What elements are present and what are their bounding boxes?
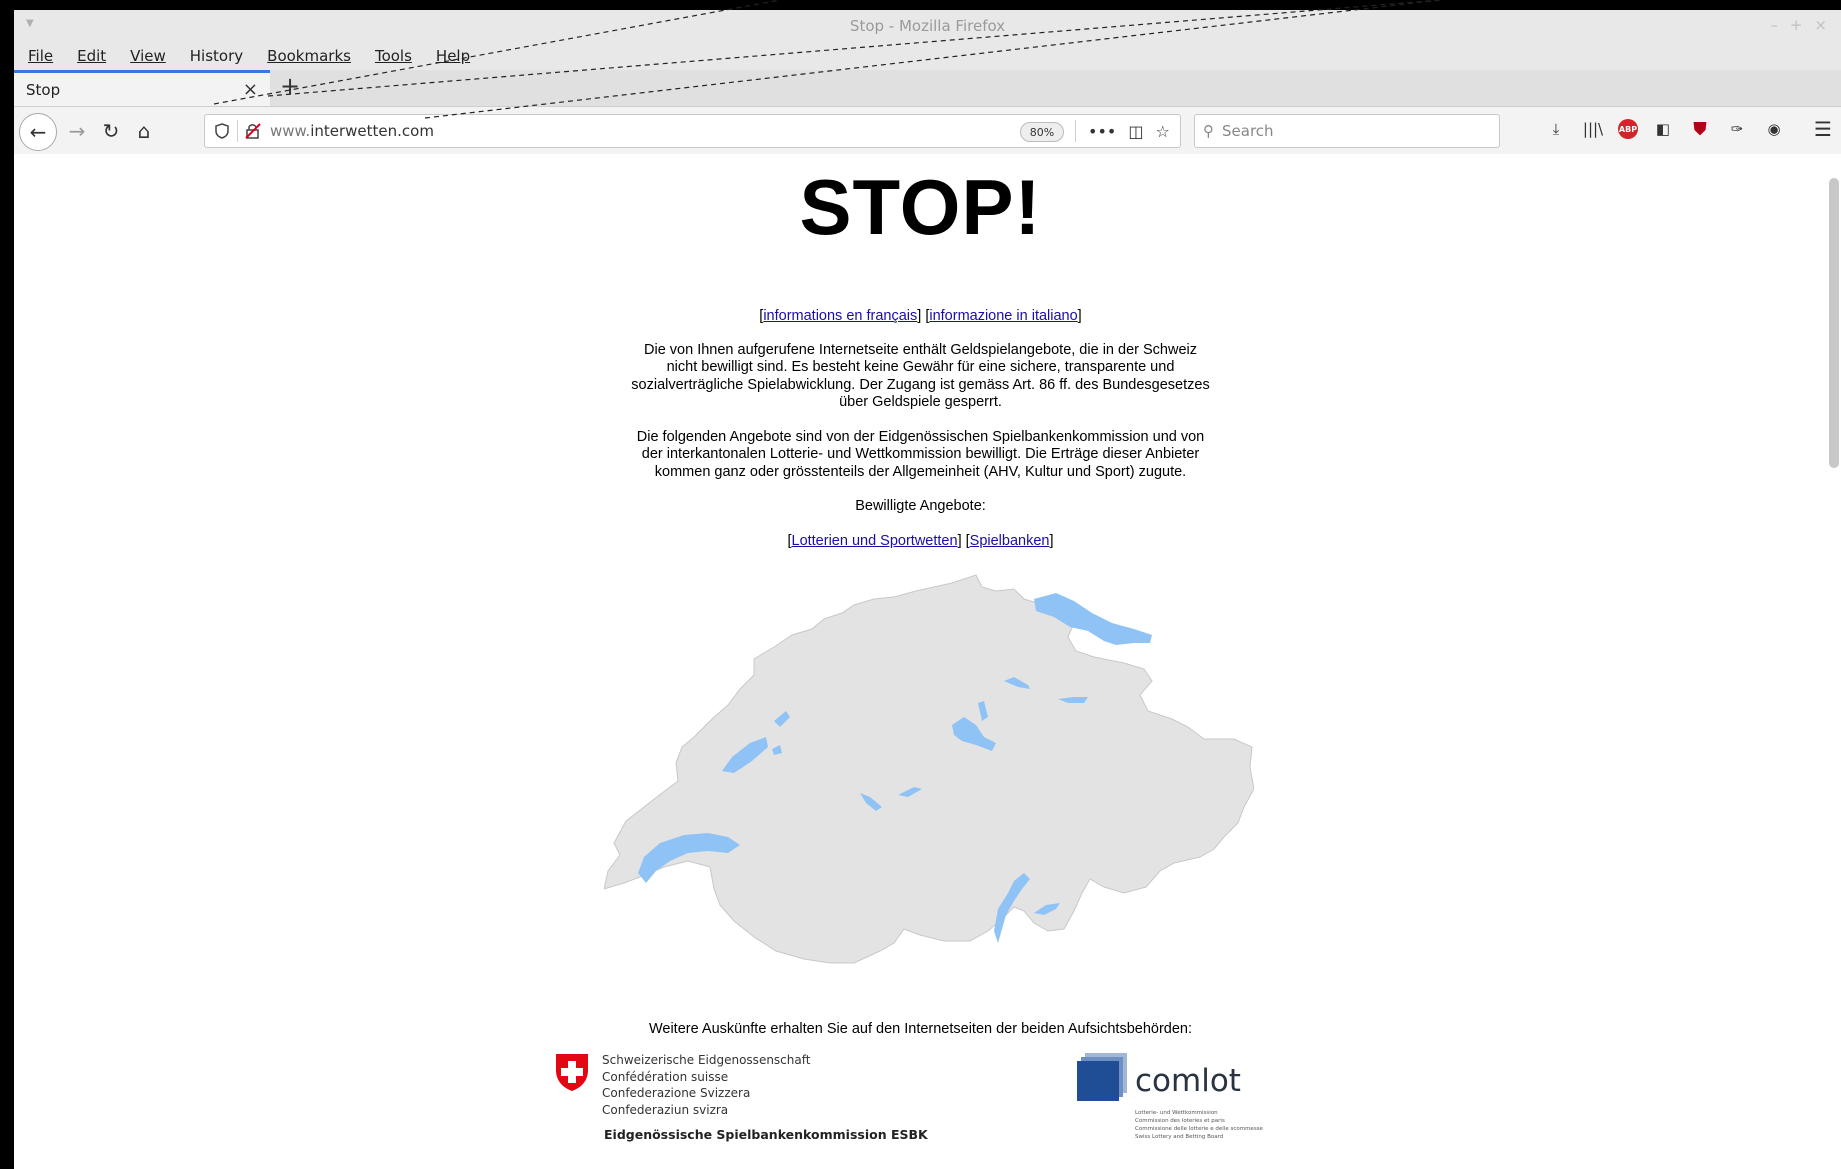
confederation-names: Schweizerische Eidgenossenschaft Confédé… [602, 1052, 810, 1118]
tracking-shield-icon[interactable] [211, 123, 233, 139]
window-title: Stop - Mozilla Firefox [849, 17, 1006, 35]
ublock-origin-icon[interactable]: ⛊ [1688, 117, 1712, 141]
menu-help[interactable]: Help [436, 47, 470, 65]
adblock-plus-icon[interactable]: ABP [1618, 119, 1638, 139]
new-tab-button[interactable]: + [280, 72, 300, 100]
back-arrow-icon: ← [29, 120, 47, 144]
comlot-subtitle-it: Commissione delle lotterie e delle scomm… [1135, 1126, 1263, 1132]
menu-view-label: View [130, 47, 166, 65]
menu-file-label: File [28, 47, 54, 65]
approved-label: Bewilligte Angebote: [855, 498, 986, 514]
back-button[interactable]: ← [19, 113, 57, 151]
hamburger-menu-icon[interactable]: ☰ [1814, 117, 1832, 141]
search-bar[interactable]: ⚲ Search [1194, 114, 1500, 148]
navigation-toolbar: ← → ↻ ⌂ www.interwetten.com 80% ••• ◫ ☆ … [14, 107, 1841, 156]
authorities-text: Weitere Auskünfte erhalten Sie auf den I… [648, 1021, 1193, 1037]
forward-arrow-icon: → [68, 119, 86, 143]
account-icon[interactable]: ◉ [1762, 117, 1786, 141]
comlot-subtitle: Lotterie- und Wettkommission Commission … [1135, 1109, 1335, 1141]
comlot-cube-icon [1077, 1053, 1127, 1101]
menu-bar: File Edit View History Bookmarks Tools H… [14, 42, 1841, 70]
tab-bar: Stop × + [14, 70, 1841, 107]
blocked-explanation: Die von Ihnen aufgerufene Internetseite … [631, 341, 1210, 411]
menu-bookmarks[interactable]: Bookmarks [267, 47, 351, 65]
url-separator [237, 120, 238, 142]
zoom-indicator[interactable]: 80% [1020, 122, 1064, 142]
confederation-name-de: Schweizerische Eidgenossenschaft [602, 1053, 811, 1067]
reload-icon: ↻ [102, 119, 120, 143]
approved-explanation: Die folgenden Angebote sind von der Eidg… [636, 428, 1205, 480]
home-icon: ⌂ [137, 119, 151, 143]
confederation-name-rm: Confederaziun svizra [602, 1102, 729, 1117]
url-actions: ••• ◫ ☆ [1075, 115, 1170, 147]
maximize-button[interactable]: + [1790, 16, 1803, 34]
comlot-logo[interactable]: comlot Lotterie- und Wettkommission Comm… [1077, 1051, 1263, 1140]
swiss-shield-icon [556, 1054, 588, 1091]
sidebar-icon[interactable]: ◧ [1651, 117, 1675, 141]
approved-links: [Lotterien und Sportwetten] [Spielbanken… [787, 532, 1054, 549]
language-links: [informations en français] [informazione… [759, 308, 1082, 324]
home-button[interactable]: ⌂ [129, 116, 159, 146]
switzerland-land [604, 574, 1254, 964]
url-prefix: www. [270, 122, 311, 140]
close-window-button[interactable]: × [1814, 16, 1827, 34]
search-placeholder: Search [1222, 122, 1274, 140]
blocked-page: STOP! [informations en français] [inform… [14, 154, 1827, 550]
menu-edit[interactable]: Edit [77, 47, 106, 65]
search-icon: ⚲ [1203, 122, 1214, 140]
close-tab-icon[interactable]: × [243, 79, 258, 100]
url-bar[interactable]: www.interwetten.com 80% ••• ◫ ☆ [204, 114, 1181, 148]
browser-window: ▼ Stop - Mozilla Firefox – + × File Edit… [14, 10, 1841, 1169]
pocket-icon[interactable]: ◫ [1128, 122, 1143, 141]
library-icon[interactable]: |||\ [1581, 117, 1605, 141]
comlot-wordmark: comlot [1135, 1063, 1241, 1099]
url-actions-separator [1075, 120, 1076, 142]
swiss-confederation-logo[interactable]: Schweizerische Eidgenossenschaft Confédé… [554, 1052, 810, 1118]
url-domain: interwetten.com [310, 122, 434, 140]
window-menu-icon[interactable]: ▼ [26, 18, 34, 29]
minimize-button[interactable]: – [1770, 16, 1778, 34]
confederation-name-it: Confederazione Svizzera [602, 1086, 751, 1100]
comlot-subtitle-de: Lotterie- und Wettkommission [1135, 1110, 1218, 1116]
reload-button[interactable]: ↻ [96, 116, 126, 146]
title-bar: ▼ Stop - Mozilla Firefox – + × [14, 10, 1841, 42]
menu-tools[interactable]: Tools [375, 47, 412, 65]
link-casinos[interactable]: Spielbanken [970, 533, 1050, 549]
link-italian[interactable]: informazione in italiano [929, 308, 1077, 324]
window-controls: – + × [1770, 16, 1827, 34]
toolbar-icons: ⤓ |||\ ABP ◧ ⛊ ✑ ◉ [1544, 117, 1786, 141]
menu-file[interactable]: File [28, 47, 53, 65]
confederation-name-fr: Confédération suisse [602, 1069, 729, 1084]
comlot-subtitle-en: Swiss Lottery and Betting Board [1135, 1134, 1224, 1140]
extension-icon[interactable]: ✑ [1725, 117, 1749, 141]
link-lotteries[interactable]: Lotterien und Sportwetten [792, 533, 958, 549]
vertical-scrollbar[interactable] [1829, 178, 1839, 468]
url-text[interactable]: www.interwetten.com [270, 122, 434, 140]
switzerland-map [604, 574, 1254, 964]
menu-edit-label: Edit [77, 47, 107, 65]
bookmark-star-icon[interactable]: ☆ [1155, 122, 1169, 141]
menu-history[interactable]: History [190, 47, 243, 65]
forward-button[interactable]: → [62, 116, 92, 146]
page-heading: STOP! [799, 163, 1042, 251]
esbk-label[interactable]: Eidgenössische Spielbankenkommission ESB… [604, 1127, 928, 1142]
menu-help-label: Help [435, 47, 471, 65]
comlot-subtitle-fr: Commission des loteries et paris [1135, 1118, 1225, 1124]
menu-view[interactable]: View [130, 47, 166, 65]
insecure-connection-icon[interactable] [242, 122, 264, 140]
page-actions-icon[interactable]: ••• [1088, 122, 1116, 141]
downloads-icon[interactable]: ⤓ [1544, 117, 1568, 141]
tab-stop[interactable]: Stop × [14, 70, 270, 106]
tab-title: Stop [26, 80, 61, 99]
page-content: STOP! [informations en français] [inform… [14, 154, 1841, 1169]
menu-bookmarks-label: Bookmarks [267, 47, 351, 65]
menu-tools-label: Tools [374, 47, 412, 65]
link-french[interactable]: informations en français [763, 308, 917, 324]
